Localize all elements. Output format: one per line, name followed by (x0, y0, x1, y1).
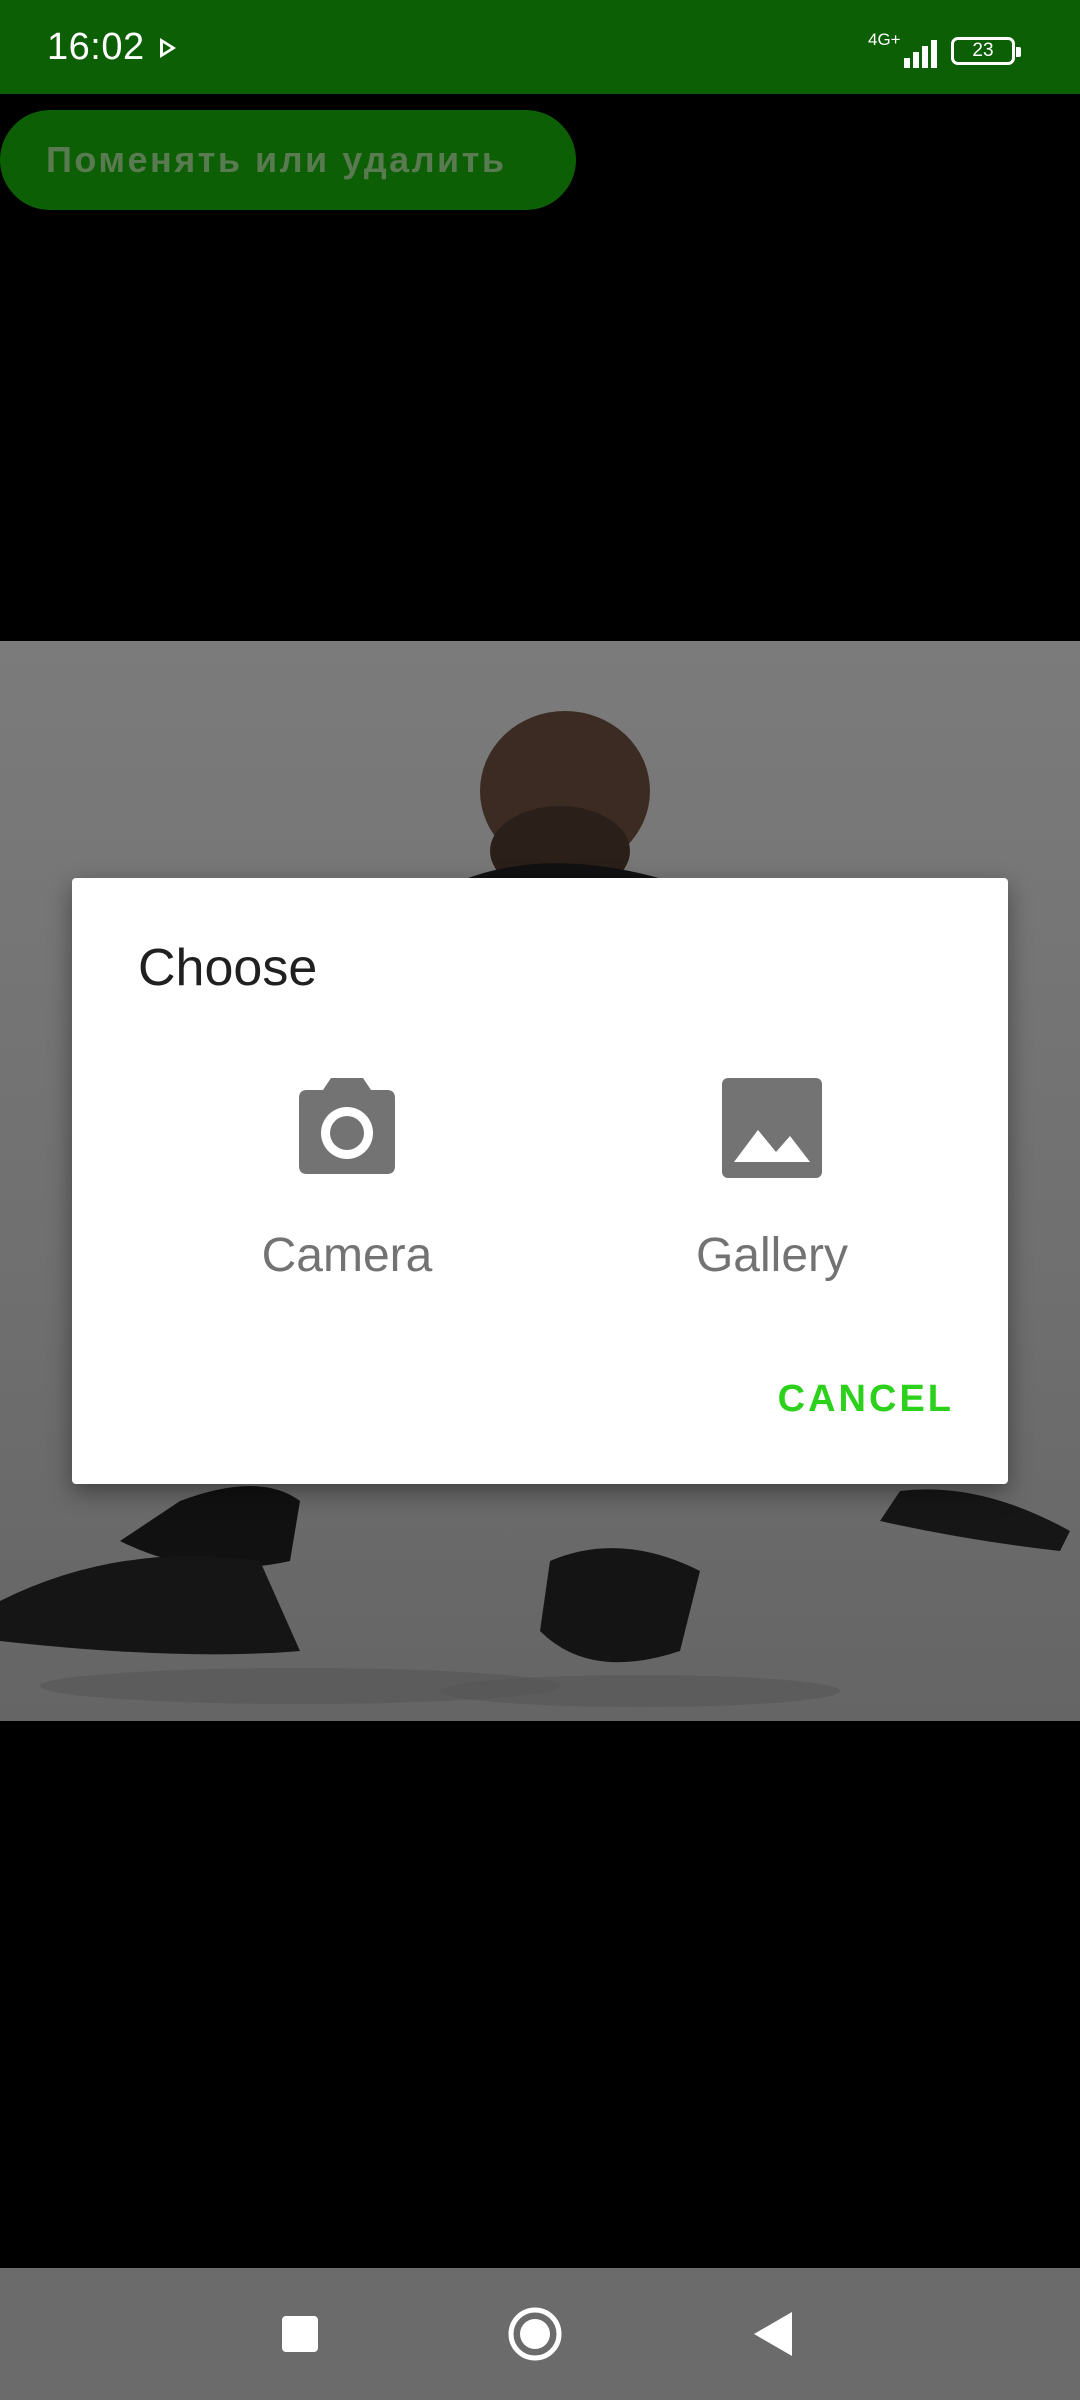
recent-apps-square-icon[interactable] (268, 2302, 332, 2366)
gallery-label: Gallery (695, 1229, 849, 1282)
gallery-option[interactable]: Gallery (622, 1078, 922, 1282)
choose-dialog: Choose Camera Gallery CANCEL (72, 878, 1008, 1484)
camera-option[interactable]: Camera (197, 1078, 497, 1282)
dialog-title: Choose (138, 939, 318, 997)
cancel-button[interactable]: CANCEL (778, 1378, 954, 1421)
camera-icon (291, 1078, 403, 1183)
image-icon (722, 1078, 822, 1183)
navigation-bar (0, 2268, 1080, 2400)
back-triangle-icon[interactable] (740, 2302, 804, 2366)
camera-label: Camera (261, 1229, 433, 1282)
home-circle-icon[interactable] (503, 2302, 567, 2366)
